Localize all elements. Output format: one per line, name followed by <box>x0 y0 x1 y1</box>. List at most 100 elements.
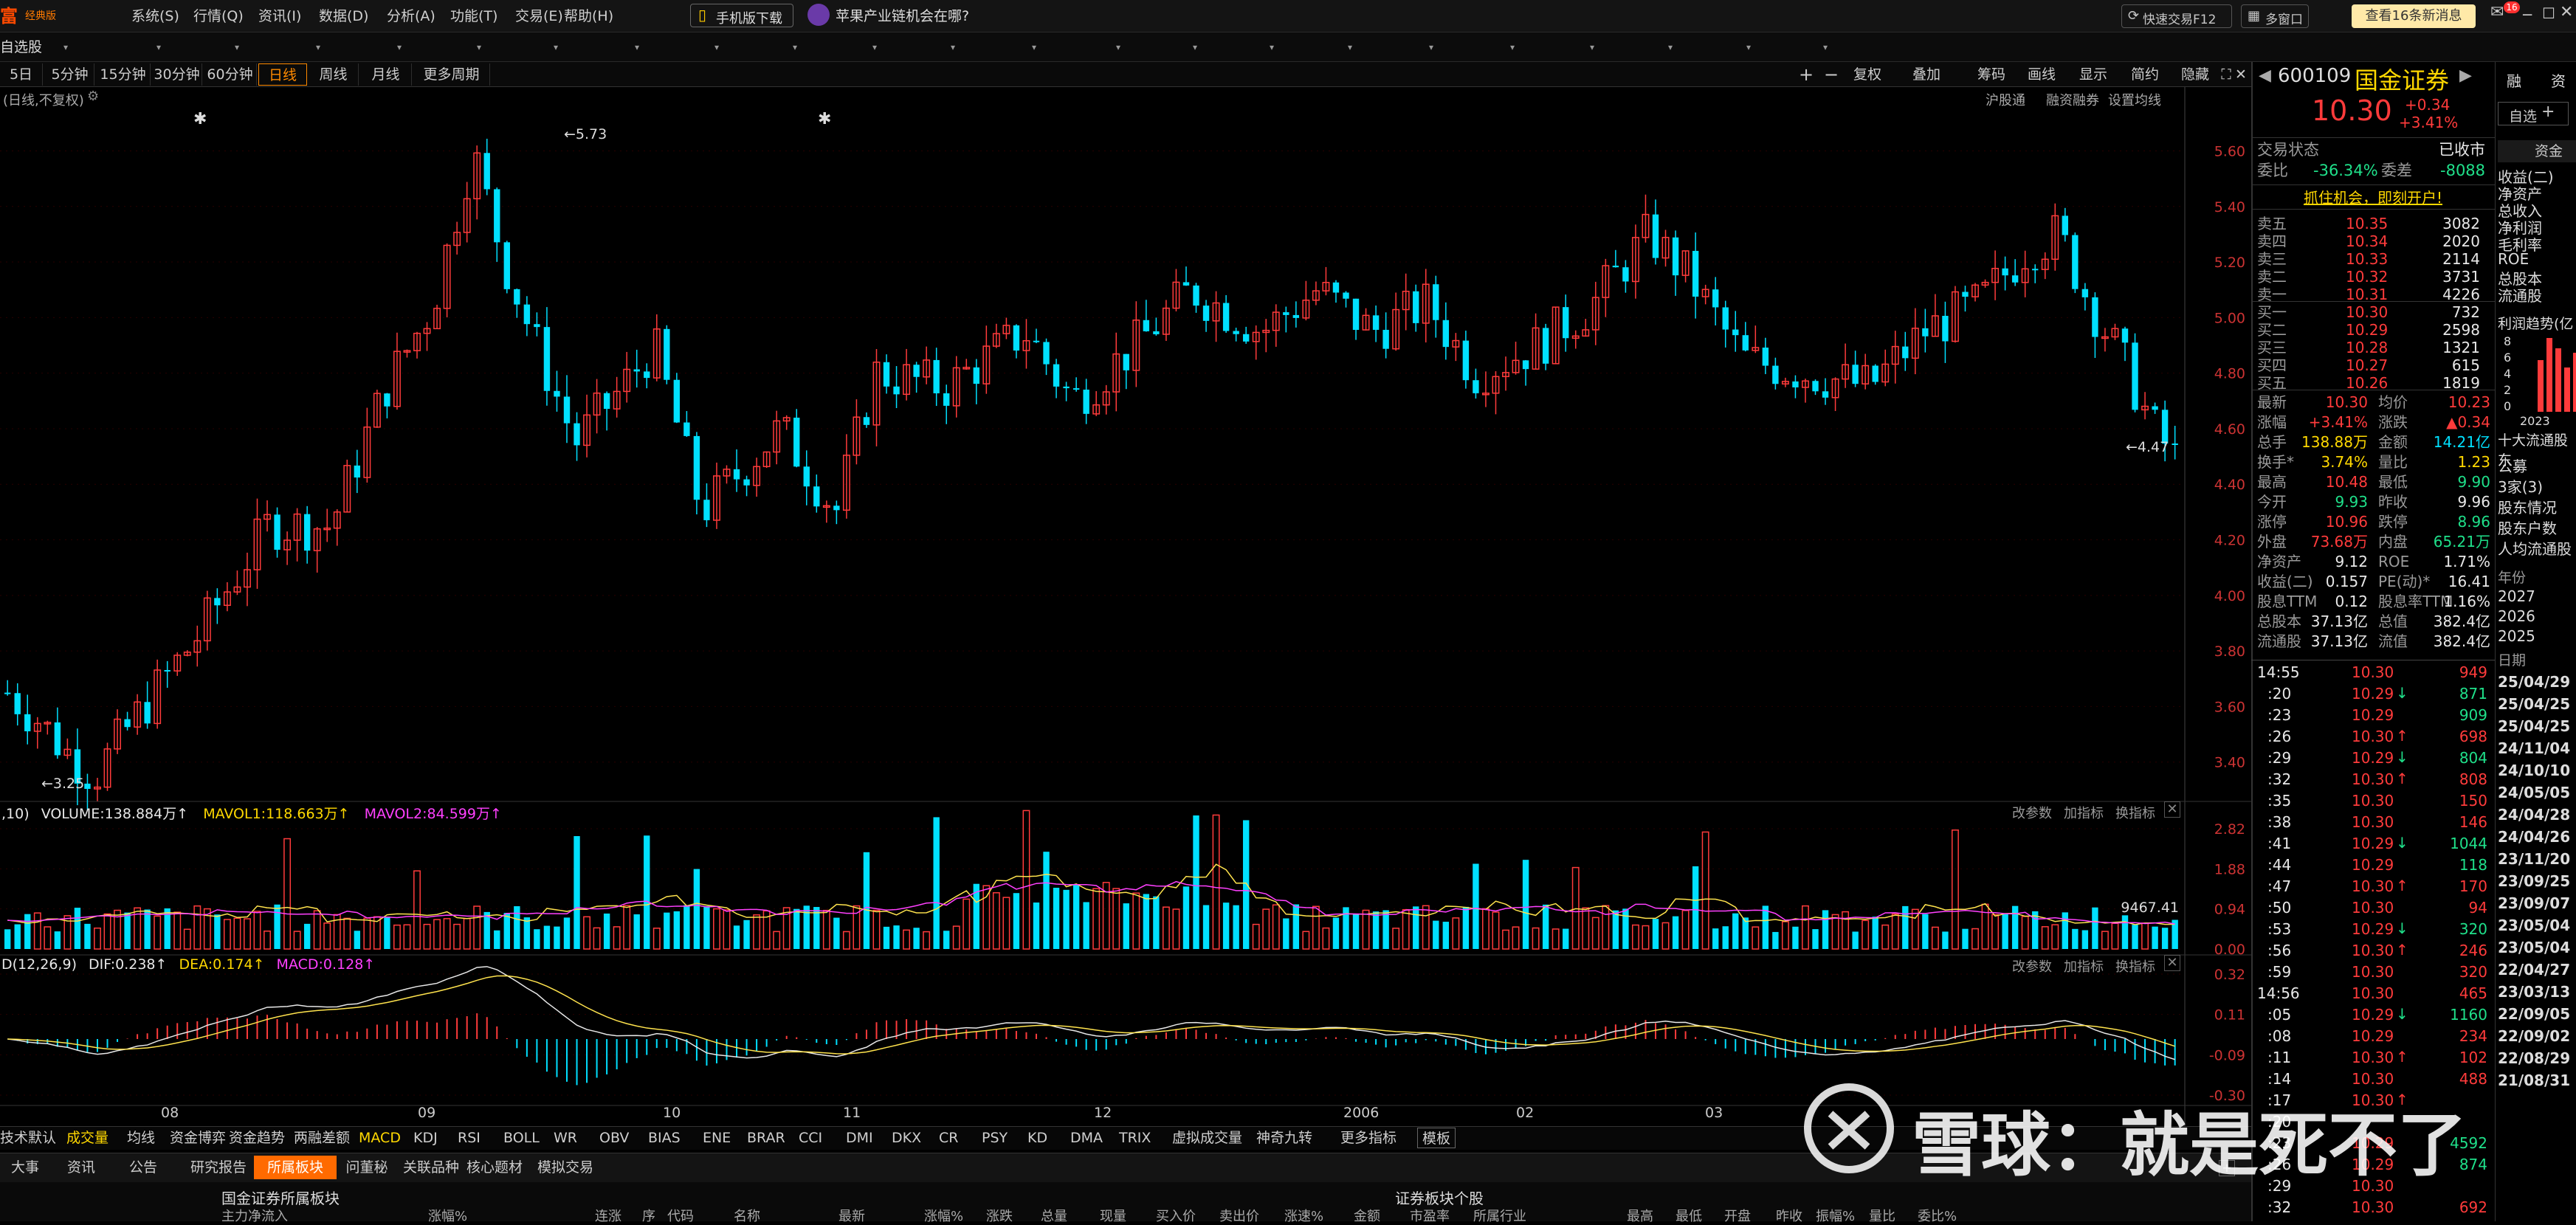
indicator-tab-9[interactable]: BOLL <box>503 1128 540 1148</box>
indicator-tab-16[interactable]: DMI <box>846 1128 873 1148</box>
stock-col-3[interactable]: 最新 <box>838 1206 865 1225</box>
stock-col-8[interactable]: 买入价 <box>1156 1206 1196 1225</box>
sector-col-0[interactable]: 主力净流入 <box>221 1206 288 1225</box>
indicator-tab-0[interactable]: 技术默认 <box>0 1128 56 1148</box>
ask-price[interactable]: 10.33 <box>2346 249 2388 269</box>
menu-3[interactable]: 数据(D) <box>319 0 368 32</box>
indicator-tab-12[interactable]: BIAS <box>648 1128 681 1148</box>
event-date[interactable]: 22/09/02 <box>2498 1027 2570 1045</box>
info-tab-0[interactable]: 大事 <box>0 1156 50 1179</box>
macd-add-indicator[interactable]: 加指标 <box>2064 956 2104 976</box>
event-date[interactable]: 22/09/05 <box>2498 1005 2570 1023</box>
zoom-out-icon[interactable]: − <box>1820 63 1842 86</box>
menu-6[interactable]: 交易(E) <box>515 0 563 32</box>
menu-4[interactable]: 分析(A) <box>387 0 435 32</box>
stock-col-16[interactable]: 开盘 <box>1724 1206 1751 1225</box>
stock-col-10[interactable]: 涨速% <box>1284 1206 1323 1225</box>
indicator-tab-11[interactable]: OBV <box>599 1128 629 1148</box>
multi-window-button[interactable]: ▦ 多窗口 <box>2241 4 2309 28</box>
indicator-tab-19[interactable]: PSY <box>982 1128 1008 1148</box>
period-7[interactable]: 月线 <box>360 63 412 86</box>
stock-col-2[interactable]: 名称 <box>734 1206 760 1225</box>
period-0[interactable]: 5日 <box>0 63 43 86</box>
indicator-tab-15[interactable]: CCI <box>799 1128 822 1148</box>
event-date[interactable]: 24/04/28 <box>2498 806 2570 824</box>
quick-trade-button[interactable]: ⟳ 快速交易F12 <box>2121 4 2232 28</box>
toolbar-btn-1[interactable]: 叠加 <box>1904 63 1949 86</box>
stock-col-11[interactable]: 金额 <box>1354 1206 1380 1225</box>
event-date[interactable]: 23/03/13 <box>2498 983 2570 1001</box>
event-date[interactable]: 24/11/04 <box>2498 739 2570 757</box>
toolbar-btn-6[interactable]: 隐藏 <box>2173 63 2217 86</box>
stock-col-13[interactable]: 所属行业 <box>1473 1206 1526 1225</box>
vol-change-params[interactable]: 改参数 <box>2012 803 2052 822</box>
sector-col-1[interactable]: 涨幅% <box>428 1206 467 1225</box>
indicator-tab-18[interactable]: CR <box>939 1128 958 1148</box>
add-watch-button[interactable]: 自选 + <box>2498 102 2569 125</box>
macd-change-params[interactable]: 改参数 <box>2012 956 2052 976</box>
toolbar-btn-4[interactable]: 显示 <box>2071 63 2115 86</box>
stock-col-1[interactable]: 代码 <box>667 1206 694 1225</box>
menu-1[interactable]: 行情(Q) <box>193 0 244 32</box>
stock-col-6[interactable]: 总量 <box>1041 1206 1067 1225</box>
fund-tab[interactable]: 资金 <box>2498 140 2576 162</box>
info-tab-2[interactable]: 公告 <box>118 1156 168 1179</box>
event-date[interactable]: 21/08/31 <box>2498 1072 2570 1089</box>
indicator-tab-5[interactable]: 两融差额 <box>294 1128 350 1148</box>
stock-col-19[interactable]: 量比 <box>1869 1206 1895 1225</box>
indicator-tab-25[interactable]: 更多指标 <box>1340 1128 1397 1148</box>
toolbar-btn-3[interactable]: 画线 <box>2019 63 2064 86</box>
ask-price[interactable]: 10.34 <box>2346 232 2388 252</box>
indicator-tab-22[interactable]: TRIX <box>1119 1128 1151 1148</box>
stock-col-7[interactable]: 现量 <box>1100 1206 1126 1225</box>
indicator-tab-17[interactable]: DKX <box>892 1128 921 1148</box>
event-date[interactable]: 25/04/29 <box>2498 673 2570 691</box>
period-4[interactable]: 60分钟 <box>204 63 257 86</box>
period-5[interactable]: 日线 <box>258 63 307 86</box>
indicator-tab-20[interactable]: KD <box>1027 1128 1047 1148</box>
menu-5[interactable]: 功能(T) <box>450 0 497 32</box>
event-date[interactable]: 22/04/27 <box>2498 961 2570 979</box>
event-date[interactable]: 25/04/25 <box>2498 717 2570 735</box>
period-3[interactable]: 30分钟 <box>152 63 202 86</box>
stock-col-12[interactable]: 市盈率 <box>1410 1206 1450 1225</box>
sector-col-2[interactable]: 连涨 <box>595 1206 621 1225</box>
indicator-tab-23[interactable]: 虚拟成交量 <box>1172 1128 1242 1148</box>
close-icon[interactable]: ✕ <box>2560 3 2573 21</box>
promo-link[interactable]: 苹果产业链机会在哪? <box>836 0 969 32</box>
event-date[interactable]: 23/09/25 <box>2498 872 2570 890</box>
period-8[interactable]: 更多周期 <box>413 63 490 86</box>
bid-price[interactable]: 10.28 <box>2346 338 2388 358</box>
mobile-download-button[interactable]: ▯ 手机版下载 <box>690 4 793 27</box>
indicator-tab-1[interactable]: 成交量 <box>66 1128 109 1148</box>
minimize-icon[interactable]: ─ <box>2523 6 2532 24</box>
zoom-in-icon[interactable]: + <box>1795 63 1817 86</box>
event-date[interactable]: 25/04/25 <box>2498 695 2570 713</box>
event-date[interactable]: 23/05/04 <box>2498 917 2570 934</box>
vol-add-indicator[interactable]: 加指标 <box>2064 803 2104 822</box>
period-2[interactable]: 15分钟 <box>96 63 151 86</box>
indicator-tab-10[interactable]: WR <box>554 1128 577 1148</box>
macd-switch-indicator[interactable]: 换指标 <box>2115 956 2155 976</box>
bid-price[interactable]: 10.27 <box>2346 356 2388 376</box>
indicator-tab-26[interactable]: 模板 <box>1417 1128 1456 1148</box>
stock-col-15[interactable]: 最低 <box>1676 1206 1702 1225</box>
menu-7[interactable]: 帮助(H) <box>564 0 613 32</box>
period-6[interactable]: 周线 <box>309 63 359 86</box>
indicator-tab-4[interactable]: 资金趋势 <box>229 1128 285 1148</box>
toolbar-btn-5[interactable]: 简约 <box>2123 63 2167 86</box>
vol-switch-indicator[interactable]: 换指标 <box>2115 803 2155 822</box>
bid-price[interactable]: 10.29 <box>2346 320 2388 340</box>
info-tab-1[interactable]: 资讯 <box>56 1156 106 1179</box>
ask-price[interactable]: 10.35 <box>2346 214 2388 234</box>
stock-col-9[interactable]: 卖出价 <box>1219 1206 1259 1225</box>
period-1[interactable]: 5分钟 <box>46 63 94 86</box>
info-tab-4[interactable]: 所属板块 <box>254 1156 337 1179</box>
event-date[interactable]: 24/10/10 <box>2498 762 2570 779</box>
stock-col-17[interactable]: 昨收 <box>1776 1206 1802 1225</box>
maximize-icon[interactable]: ☐ <box>2542 4 2555 22</box>
indicator-tab-3[interactable]: 资金博弈 <box>170 1128 226 1148</box>
mail-icon[interactable]: ✉ <box>2490 3 2504 21</box>
side-tab-fund[interactable]: 资 <box>2551 69 2566 91</box>
messages-button[interactable]: 查看16条新消息 <box>2352 4 2476 28</box>
